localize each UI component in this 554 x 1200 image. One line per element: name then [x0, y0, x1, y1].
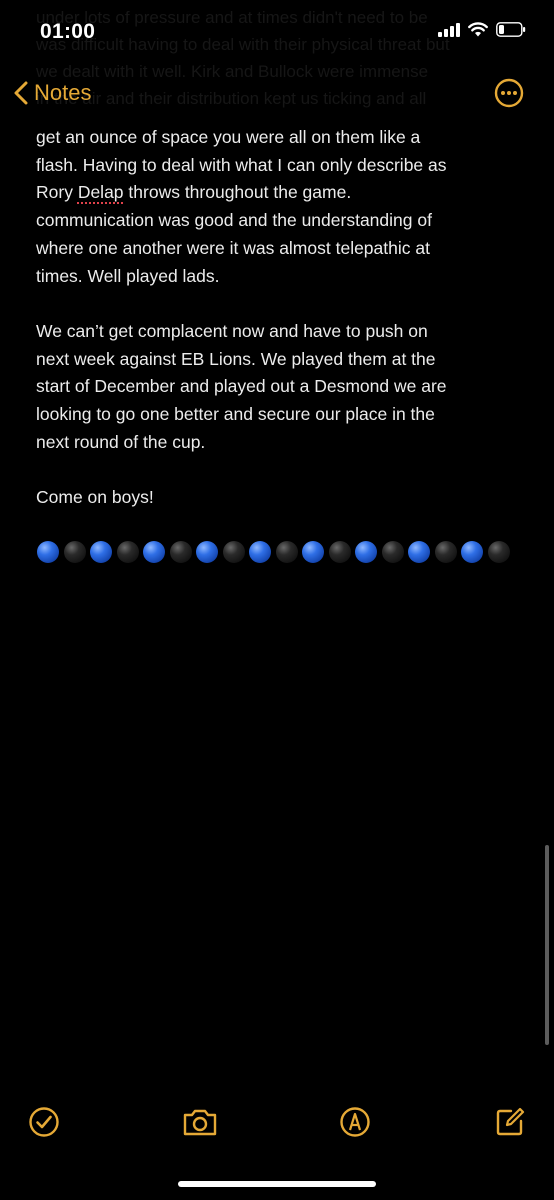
markup-button[interactable]	[339, 1106, 371, 1143]
blue-circle-emoji	[302, 541, 324, 563]
blue-circle-emoji	[408, 541, 430, 563]
black-circle-emoji	[381, 541, 404, 563]
blue-circle-emoji	[196, 541, 218, 563]
black-circle-emoji	[222, 541, 245, 563]
checklist-button[interactable]	[28, 1106, 60, 1143]
chevron-left-icon	[14, 81, 28, 105]
note-line: We can’t get complacent now and have to …	[36, 320, 428, 341]
markup-icon	[340, 1107, 370, 1137]
blue-circle-emoji	[461, 541, 483, 563]
faded-line: was difficult having to deal with their …	[36, 35, 450, 54]
note-line: communication was good and the understan…	[36, 210, 432, 231]
back-button-label: Notes	[34, 80, 92, 105]
emoji-ball-row	[37, 541, 510, 563]
black-circle-emoji	[328, 541, 351, 563]
blue-circle-emoji	[355, 541, 377, 563]
note-line: start of December and played out a Desmo…	[36, 376, 447, 397]
note-text: throws throughout the game.	[123, 182, 352, 203]
black-circle-emoji	[116, 541, 139, 563]
black-circle-emoji	[169, 541, 192, 563]
compose-icon	[496, 1107, 525, 1136]
note-line: times. Well played lads.	[36, 265, 220, 286]
faded-line: under lots of pressure and at times didn…	[36, 8, 428, 27]
black-circle-emoji	[487, 541, 510, 563]
back-button[interactable]: Notes	[14, 80, 91, 106]
navigation-bar: Notes	[0, 72, 554, 120]
scroll-indicator[interactable]	[545, 845, 549, 1045]
note-text: Rory	[36, 182, 78, 203]
note-body[interactable]: get an ounce of space you were all on th…	[36, 124, 526, 512]
note-line: Rory Delap throws throughout the game.	[36, 179, 526, 207]
bottom-toolbar	[0, 1100, 554, 1150]
more-options-button[interactable]	[494, 78, 524, 113]
black-circle-emoji	[275, 541, 298, 563]
note-line: Come on boys!	[36, 487, 154, 508]
misspelled-word[interactable]: Delap	[78, 182, 124, 202]
camera-button[interactable]	[182, 1106, 218, 1143]
black-circle-emoji	[434, 541, 457, 563]
camera-icon	[183, 1109, 217, 1136]
note-line: next week against EB Lions. We played th…	[36, 348, 436, 369]
ellipsis-circle-icon	[494, 78, 524, 108]
note-line: where one another were it was almost tel…	[36, 237, 430, 258]
blue-circle-emoji	[90, 541, 112, 563]
note-line: next round of the cup.	[36, 431, 206, 452]
home-indicator[interactable]	[178, 1181, 376, 1187]
blue-circle-emoji	[143, 541, 165, 563]
compose-button[interactable]	[494, 1106, 526, 1143]
black-circle-emoji	[63, 541, 86, 563]
note-line: flash. Having to deal with what I can on…	[36, 154, 447, 175]
note-line: looking to go one better and secure our …	[36, 404, 435, 425]
blue-circle-emoji	[249, 541, 271, 563]
blue-circle-emoji	[37, 541, 59, 563]
checklist-icon	[29, 1107, 59, 1137]
note-line: get an ounce of space you were all on th…	[36, 127, 421, 147]
